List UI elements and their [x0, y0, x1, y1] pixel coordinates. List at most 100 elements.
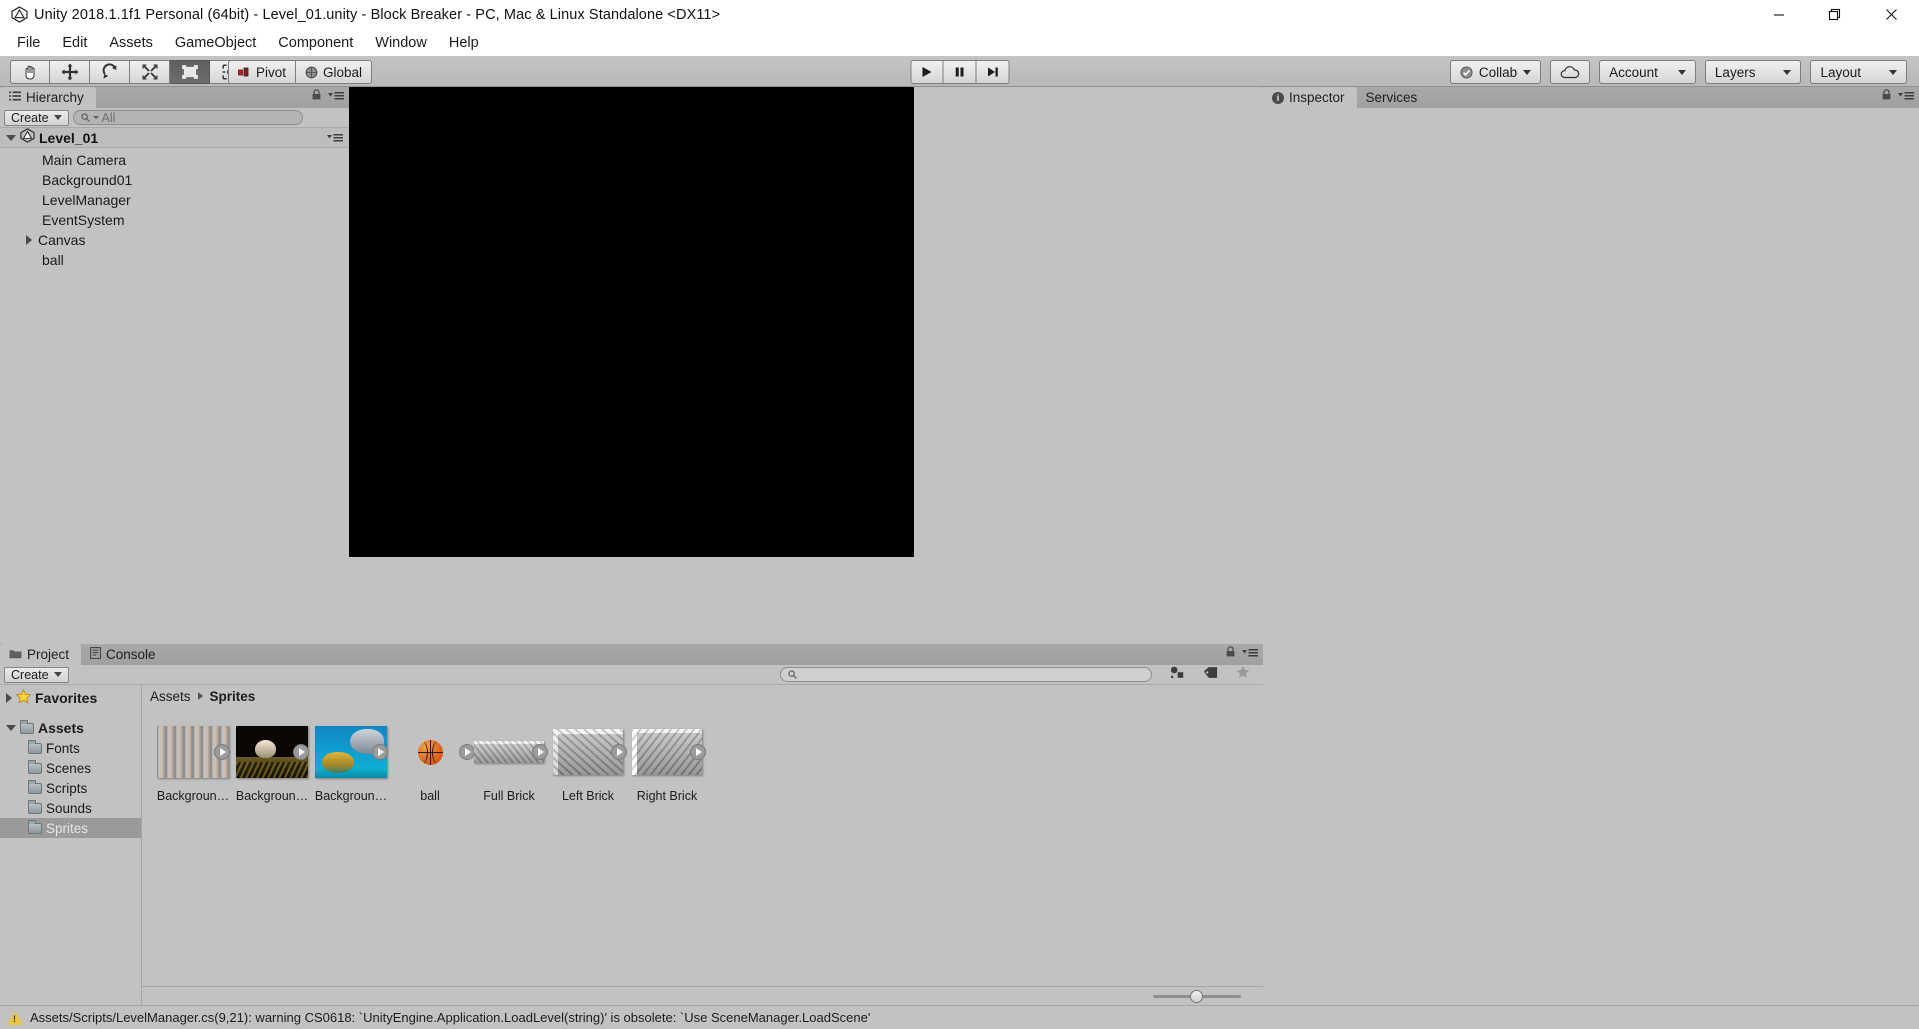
- restore-icon[interactable]: [1807, 0, 1863, 29]
- panel-menu-icon[interactable]: [328, 87, 344, 105]
- project-body: Favorites Assets Fonts Scenes Scripts So…: [0, 685, 1263, 1005]
- lock-icon[interactable]: [312, 87, 321, 105]
- project-folder-tree: Favorites Assets Fonts Scenes Scripts So…: [0, 685, 142, 1005]
- tab-services[interactable]: Services: [1357, 87, 1430, 108]
- scene-root-row[interactable]: Level_01: [0, 127, 349, 148]
- menu-file[interactable]: File: [6, 32, 51, 54]
- hierarchy-item-ball[interactable]: ball: [0, 250, 349, 270]
- hierarchy-tabstrip: Hierarchy: [0, 87, 349, 108]
- breadcrumb-sprites[interactable]: Sprites: [210, 689, 256, 704]
- chevron-down-icon[interactable]: [6, 725, 16, 731]
- asset-item-background-wood[interactable]: Backgroun…: [154, 721, 232, 803]
- preview-play-icon[interactable]: [690, 744, 706, 760]
- tree-item-label: Favorites: [35, 690, 98, 706]
- minimize-icon[interactable]: [1751, 0, 1807, 29]
- unity-scene-icon: [20, 127, 35, 148]
- tree-item-scripts[interactable]: Scripts: [0, 778, 141, 798]
- step-button[interactable]: [976, 60, 1009, 84]
- tree-item-label: Sprites: [46, 820, 89, 836]
- tab-console[interactable]: Console: [81, 644, 168, 665]
- menu-component[interactable]: Component: [267, 32, 364, 54]
- lock-icon[interactable]: [1882, 87, 1891, 105]
- hierarchy-item-levelmanager[interactable]: LevelManager: [0, 190, 349, 210]
- chevron-down-icon: [1889, 69, 1897, 75]
- asset-item-left-brick[interactable]: Left Brick: [549, 721, 627, 803]
- pause-button[interactable]: [943, 60, 976, 84]
- tab-inspector[interactable]: i Inspector: [1263, 87, 1357, 108]
- scene-menu-icon[interactable]: [327, 129, 343, 147]
- status-bar[interactable]: Assets/Scripts/LevelManager.cs(9,21): wa…: [0, 1005, 1919, 1029]
- tree-item-assets[interactable]: Assets: [0, 718, 141, 738]
- preview-play-icon[interactable]: [214, 744, 230, 760]
- zoom-slider-handle[interactable]: [1190, 989, 1203, 1003]
- project-search-input[interactable]: [779, 667, 1152, 682]
- unity-logo-icon: [6, 5, 32, 25]
- breadcrumb-assets[interactable]: Assets: [150, 689, 191, 704]
- window-title: Unity 2018.1.1f1 Personal (64bit) - Leve…: [34, 6, 721, 23]
- tree-item-fonts[interactable]: Fonts: [0, 738, 141, 758]
- asset-item-full-brick[interactable]: Full Brick: [470, 721, 548, 803]
- project-content-area: Assets Sprites Backgroun… Backgroun… Bac…: [142, 685, 1263, 1005]
- preview-play-icon[interactable]: [532, 744, 548, 760]
- close-icon[interactable]: [1863, 0, 1919, 29]
- asset-grid: Backgroun… Backgroun… Backgroun… ball Fu…: [142, 707, 1263, 986]
- hand-tool-button[interactable]: [10, 60, 50, 84]
- menu-help[interactable]: Help: [438, 32, 490, 54]
- hierarchy-item-canvas[interactable]: Canvas: [0, 230, 349, 250]
- move-tool-button[interactable]: [50, 60, 90, 84]
- rect-tool-button[interactable]: [170, 60, 210, 84]
- menu-edit[interactable]: Edit: [51, 32, 98, 54]
- cloud-button[interactable]: [1550, 60, 1591, 84]
- panel-menu-icon[interactable]: [1242, 644, 1258, 662]
- thumbnail-zoom-slider[interactable]: [1153, 989, 1241, 1003]
- chevron-down-icon: [1783, 69, 1792, 75]
- preview-play-icon[interactable]: [293, 744, 309, 760]
- preview-play-icon[interactable]: [611, 744, 627, 760]
- asset-item-background-nest[interactable]: Backgroun…: [233, 721, 311, 803]
- tab-hierarchy[interactable]: Hierarchy: [0, 87, 96, 108]
- folder-icon: [28, 779, 42, 794]
- scale-tool-button[interactable]: [130, 60, 170, 84]
- breadcrumb: Assets Sprites: [142, 685, 1263, 707]
- preview-play-icon[interactable]: [372, 744, 388, 760]
- unity-editor-window: Unity 2018.1.1f1 Personal (64bit) - Leve…: [0, 0, 1919, 1029]
- play-button[interactable]: [910, 60, 943, 84]
- project-tabstrip: Project Console: [0, 644, 1263, 665]
- asset-item-right-brick[interactable]: Right Brick: [628, 721, 706, 803]
- project-zoom-bar: [142, 986, 1263, 1005]
- hierarchy-search-input[interactable]: All: [72, 110, 303, 125]
- tree-item-label: Sounds: [46, 800, 92, 816]
- menu-window[interactable]: Window: [364, 32, 438, 54]
- account-dropdown[interactable]: Account: [1599, 60, 1696, 84]
- lock-icon[interactable]: [1226, 644, 1235, 662]
- hierarchy-item-main-camera[interactable]: Main Camera: [0, 150, 349, 170]
- collab-button[interactable]: Collab: [1449, 60, 1542, 84]
- asset-item-ball[interactable]: ball: [391, 721, 475, 803]
- asset-item-background-underwater[interactable]: Backgroun…: [312, 721, 390, 803]
- filter-by-type-icon[interactable]: [1170, 666, 1185, 684]
- global-toggle-button[interactable]: Global: [296, 60, 373, 84]
- menu-assets[interactable]: Assets: [98, 32, 164, 54]
- pivot-toggle-button[interactable]: Pivot: [228, 60, 297, 84]
- chevron-right-icon[interactable]: [6, 693, 12, 703]
- chevron-down-icon[interactable]: [6, 134, 16, 141]
- rotate-tool-button[interactable]: [90, 60, 130, 84]
- tree-item-scenes[interactable]: Scenes: [0, 758, 141, 778]
- hierarchy-create-button[interactable]: Create: [4, 109, 69, 126]
- folder-icon: [9, 647, 22, 662]
- panel-menu-icon[interactable]: [1898, 87, 1914, 105]
- hierarchy-item-eventsystem[interactable]: EventSystem: [0, 210, 349, 230]
- menu-gameobject[interactable]: GameObject: [164, 32, 267, 54]
- tab-project[interactable]: Project: [0, 644, 82, 665]
- layout-dropdown[interactable]: Layout: [1810, 60, 1907, 84]
- tree-item-favorites[interactable]: Favorites: [0, 688, 141, 708]
- tab-console-label: Console: [106, 647, 156, 662]
- filter-by-label-icon[interactable]: [1203, 666, 1218, 684]
- tree-item-sprites[interactable]: Sprites: [0, 818, 141, 838]
- folder-icon: [28, 799, 42, 814]
- favorite-star-icon[interactable]: [1236, 665, 1250, 684]
- project-create-button[interactable]: Create: [4, 666, 69, 683]
- tree-item-sounds[interactable]: Sounds: [0, 798, 141, 818]
- hierarchy-item-background01[interactable]: Background01: [0, 170, 349, 190]
- layers-dropdown[interactable]: Layers: [1704, 60, 1802, 84]
